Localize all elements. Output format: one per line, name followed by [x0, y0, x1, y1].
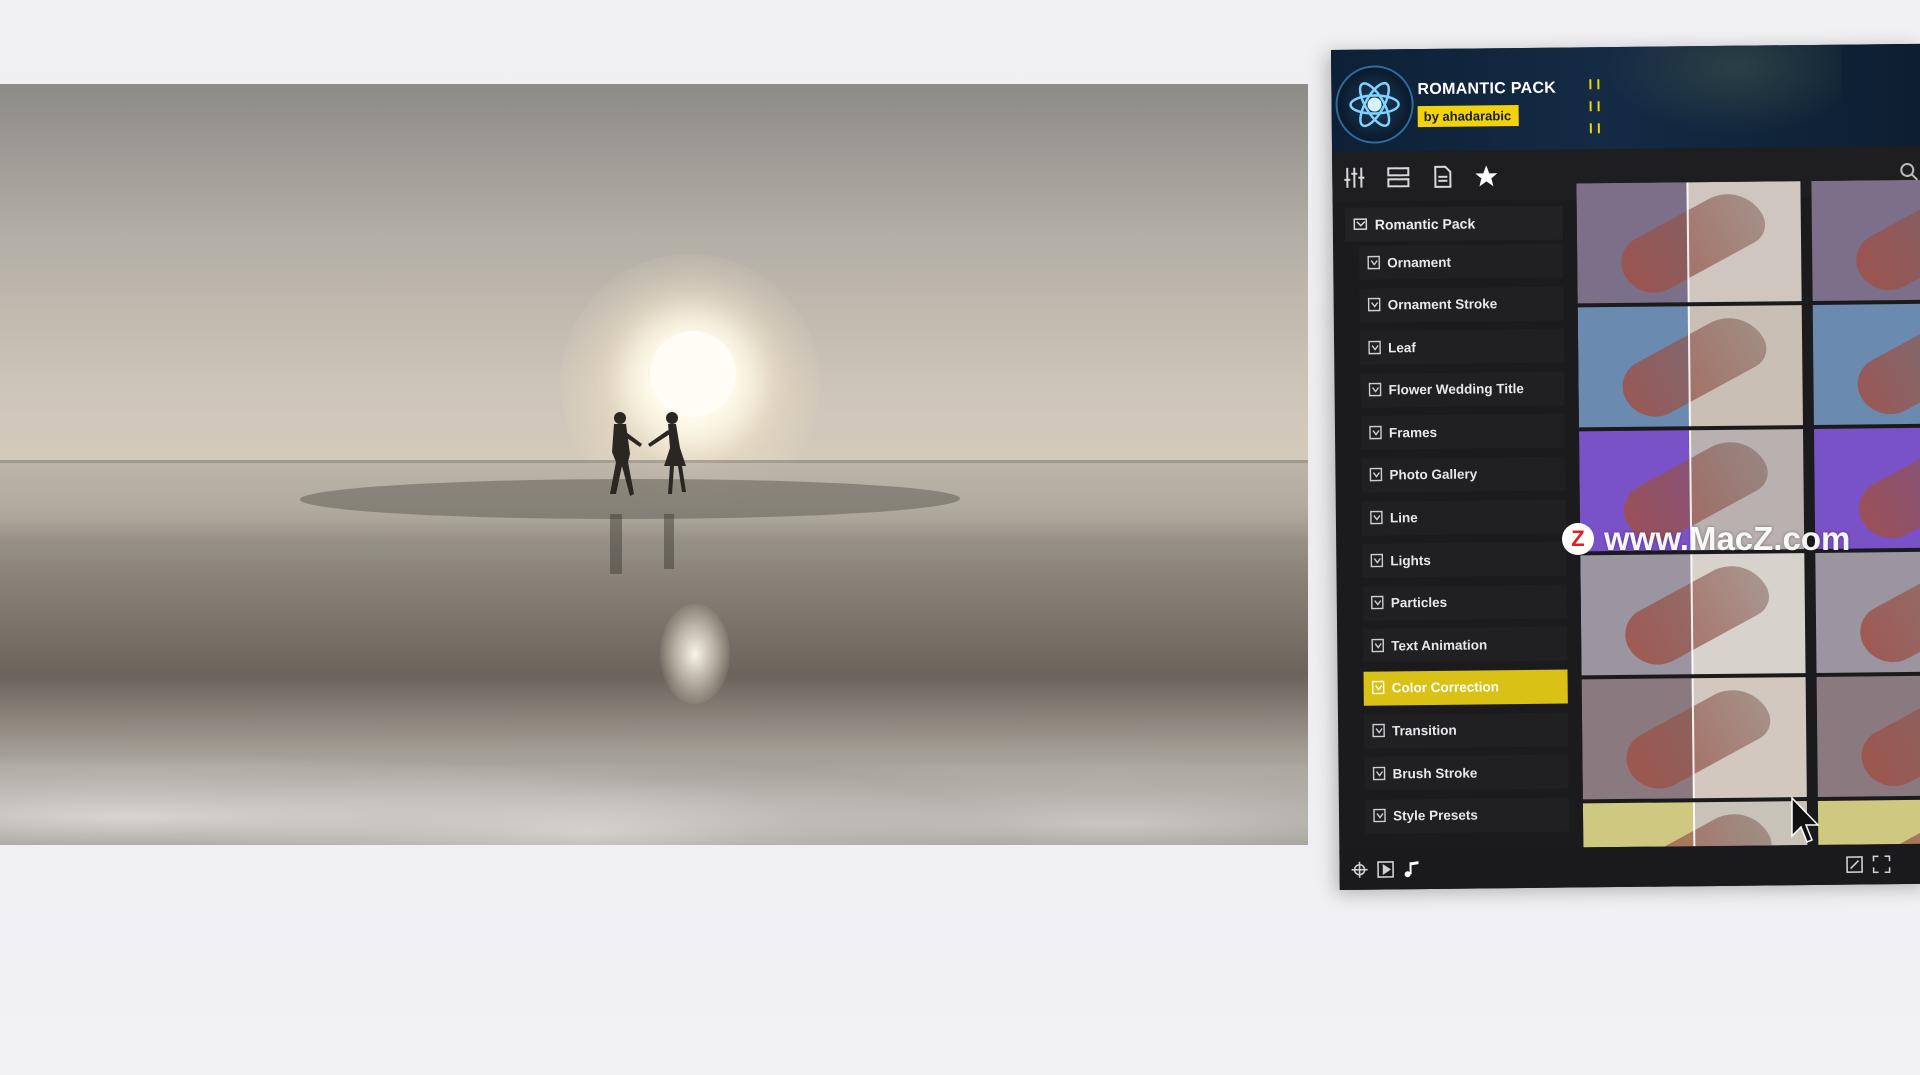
thumbnail-hand-image — [1846, 179, 1920, 301]
ae-template-icon — [1370, 553, 1385, 568]
thumbnail-hand-image — [1618, 801, 1779, 848]
category-item[interactable]: Particles — [1362, 584, 1567, 621]
pack-author-badge: by ahadarabic — [1417, 105, 1520, 128]
mouse-cursor-icon — [1791, 796, 1820, 843]
salt-foam — [0, 705, 1308, 845]
category-item[interactable]: Color Correction — [1363, 669, 1568, 706]
thumbnail-hand-image — [1613, 305, 1774, 428]
category-item[interactable]: Flower Wedding Title — [1360, 371, 1565, 408]
site-watermark: Z www.MacZ.com — [1562, 520, 1850, 558]
category-item[interactable]: Ornament — [1359, 243, 1564, 280]
preset-thumbnail[interactable] — [1816, 674, 1920, 797]
ae-template-icon — [1367, 297, 1383, 313]
preset-thumbnail[interactable] — [1812, 302, 1920, 425]
layout-icon[interactable] — [1384, 163, 1412, 191]
category-item-label: Brush Stroke — [1392, 765, 1478, 782]
category-item-label: Particles — [1390, 595, 1448, 611]
category-item[interactable]: Text Animation — [1363, 626, 1568, 664]
ae-template-icon — [1371, 638, 1386, 653]
category-item-label: Photo Gallery — [1389, 466, 1478, 483]
thumbnail-hand-image — [1848, 302, 1920, 425]
ae-template-icon — [1372, 723, 1387, 738]
video-preview[interactable] — [0, 84, 1308, 845]
panel-footer — [1339, 843, 1920, 890]
category-item-label: Leaf — [1388, 339, 1416, 356]
category-item-label: Line — [1389, 510, 1418, 526]
couple-silhouette — [610, 412, 686, 496]
category-item[interactable]: Leaf — [1359, 328, 1565, 365]
category-item[interactable]: Ornament Stroke — [1359, 286, 1564, 323]
category-item-label: Style Presets — [1392, 807, 1478, 824]
ae-template-icon — [1368, 383, 1383, 398]
category-item[interactable]: Line — [1361, 499, 1567, 536]
ae-template-icon — [1373, 808, 1388, 824]
pack-title: ROMANTIC PACK — [1417, 79, 1557, 99]
ae-template-icon — [1369, 468, 1384, 483]
ae-template-icon — [1367, 255, 1382, 270]
preset-thumbnail[interactable] — [1580, 553, 1806, 676]
category-item-label: Ornament Stroke — [1387, 296, 1498, 313]
category-item-label: Ornament — [1387, 254, 1452, 270]
category-item-label: Lights — [1390, 552, 1431, 569]
move-icon[interactable] — [1349, 860, 1369, 880]
search-icon[interactable] — [1897, 160, 1919, 182]
sun-reflection — [660, 604, 730, 704]
preset-thumbnail-grid — [1576, 179, 1920, 848]
category-list: Ornament Ornament Stroke Leaf Flower Weddin… — [1359, 243, 1570, 842]
thumbnail-hand-image — [1611, 181, 1773, 304]
ae-template-icon — [1371, 596, 1386, 611]
atom-logo-icon — [1335, 65, 1414, 144]
sliders-icon[interactable] — [1340, 164, 1368, 192]
preset-thumbnail[interactable] — [1577, 305, 1803, 428]
category-item[interactable]: Brush Stroke — [1364, 754, 1569, 791]
plugin-panel: ROMANTIC PACK by ahadarabic Romantic Pac… — [1331, 43, 1920, 890]
thumbnail-hand-image — [1615, 553, 1777, 676]
thumbnail-hand-image — [1853, 798, 1920, 848]
thumbnail-hand-image — [1849, 426, 1920, 549]
thumbnail-hand-image — [1617, 677, 1778, 800]
preset-thumbnail[interactable] — [1817, 798, 1920, 848]
document-icon[interactable] — [1428, 163, 1456, 191]
tree-root-romantic-pack[interactable]: Romantic Pack — [1344, 205, 1563, 242]
category-item-label: Flower Wedding Title — [1388, 381, 1524, 398]
ae-template-icon — [1368, 340, 1383, 355]
preset-thumbnail[interactable] — [1576, 181, 1802, 304]
fullscreen-icon[interactable] — [1871, 854, 1891, 874]
category-item[interactable]: Transition — [1363, 712, 1569, 749]
category-item-label: Transition — [1392, 722, 1457, 739]
header-dash-decoration — [1589, 79, 1600, 134]
thumbnail-hand-image — [1850, 550, 1920, 673]
category-item-label: Frames — [1388, 424, 1438, 441]
preset-thumbnail[interactable] — [1581, 677, 1807, 800]
category-item[interactable]: Style Presets — [1364, 797, 1570, 834]
stage: ROMANTIC PACK by ahadarabic Romantic Pac… — [0, 0, 1920, 1075]
category-sidebar: Romantic Pack Ornament Ornament Stroke Lea… — [1344, 199, 1570, 850]
preset-thumbnail[interactable] — [1582, 801, 1809, 848]
category-item-label: Text Animation — [1391, 637, 1488, 654]
header-leaves-decoration — [1580, 44, 1843, 150]
music-icon[interactable] — [1401, 859, 1421, 879]
category-item[interactable]: Frames — [1360, 413, 1566, 451]
couple-reflection — [610, 514, 674, 574]
category-item-label: Color Correction — [1391, 679, 1500, 696]
folder-icon — [1353, 215, 1369, 234]
watermark-logo-icon: Z — [1562, 523, 1594, 555]
play-icon[interactable] — [1375, 859, 1395, 879]
root-label: Romantic Pack — [1374, 215, 1476, 233]
preset-file-icon — [1371, 681, 1387, 696]
ae-template-icon — [1369, 425, 1384, 440]
watermark-text: www.MacZ.com — [1604, 520, 1851, 557]
thumbnail-hand-image — [1852, 674, 1920, 797]
preset-thumbnail[interactable] — [1811, 179, 1920, 301]
resize-icon[interactable] — [1844, 854, 1864, 874]
ae-template-icon — [1372, 766, 1388, 781]
star-icon[interactable] — [1472, 162, 1500, 190]
category-item[interactable]: Photo Gallery — [1361, 456, 1566, 493]
ae-template-icon — [1370, 510, 1385, 526]
panel-header: ROMANTIC PACK by ahadarabic — [1331, 43, 1920, 152]
category-item[interactable]: Lights — [1362, 541, 1567, 578]
preset-thumbnail[interactable] — [1815, 550, 1920, 673]
